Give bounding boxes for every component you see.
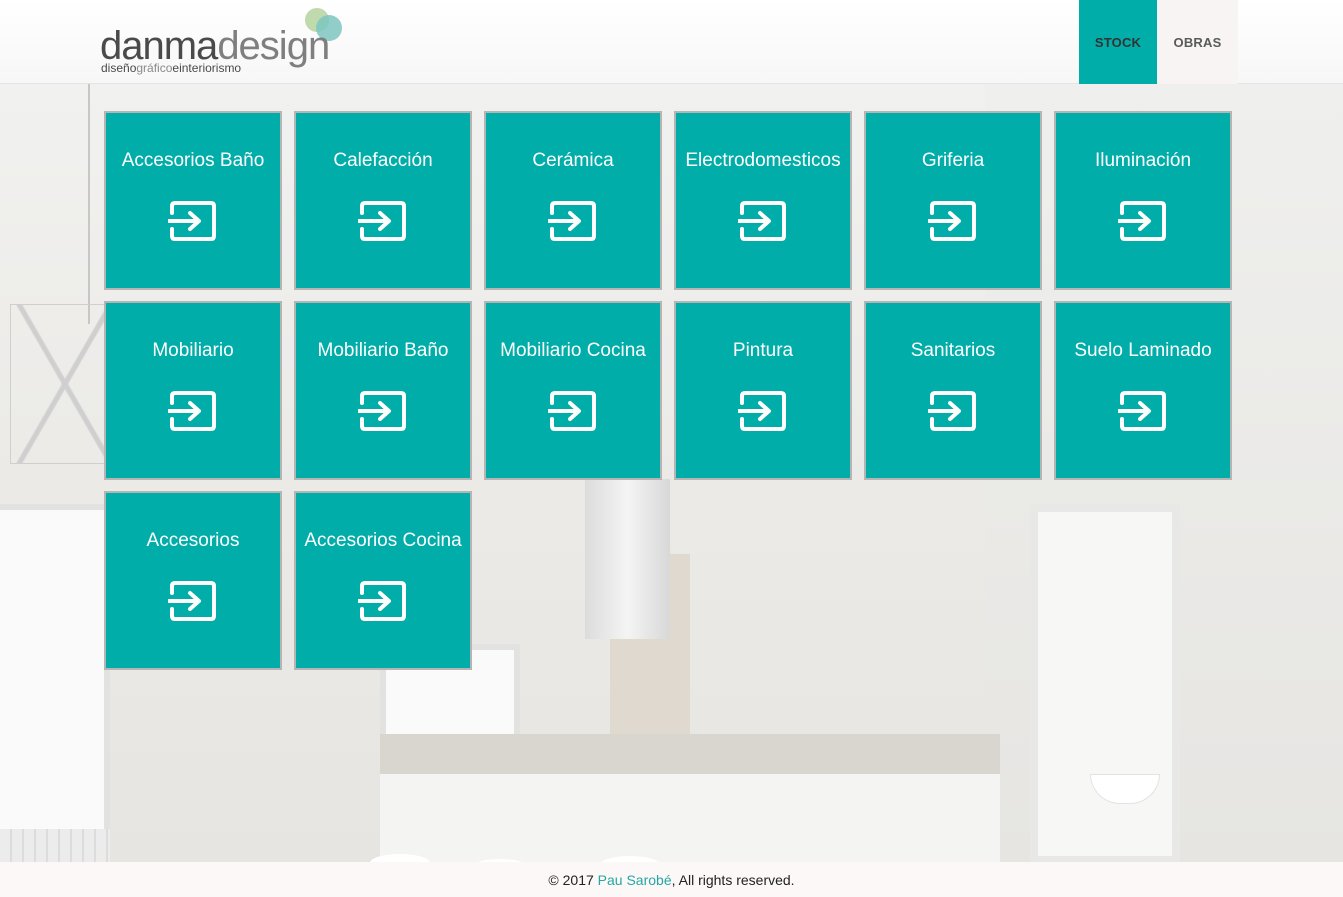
category-tile[interactable]: Iluminación — [1054, 111, 1232, 290]
category-tile[interactable]: Pintura — [674, 301, 852, 480]
category-grid: Accesorios Baño Calefacción Cerámica Electr… — [104, 111, 1232, 670]
category-tile-label: Cerámica — [532, 150, 614, 171]
enter-icon — [928, 391, 976, 431]
footer-rights: , All rights reserved. — [671, 872, 795, 888]
main-nav: STOCK OBRAS — [1079, 0, 1238, 84]
background-radiator — [0, 829, 110, 862]
category-tile[interactable]: Accesorios — [104, 491, 282, 670]
background-counter — [380, 734, 1000, 774]
enter-icon — [168, 201, 216, 241]
enter-icon — [928, 201, 976, 241]
logo-tagline-part: interiorismo — [179, 61, 242, 75]
category-tile[interactable]: Mobiliario Baño — [294, 301, 472, 480]
background-lamp-wire — [88, 84, 90, 324]
category-tile-label: Griferia — [921, 150, 985, 171]
category-tile-label: Mobiliario — [152, 340, 234, 361]
enter-icon — [1118, 391, 1166, 431]
category-tile[interactable]: Griferia — [864, 111, 1042, 290]
nav-item-stock[interactable]: STOCK — [1079, 0, 1157, 84]
category-tile[interactable]: Mobiliario — [104, 301, 282, 480]
category-tile-label: Sanitarios — [910, 340, 996, 361]
logo-tagline-part: gráfico — [136, 61, 173, 75]
site-header: danmadesign diseñográficoeinteriorismo S… — [0, 0, 1343, 84]
category-tile-label: Suelo Laminado — [1074, 340, 1212, 361]
logo-tagline-part: diseño — [101, 61, 137, 75]
background-window — [0, 504, 110, 862]
category-tile[interactable]: Accesorios Cocina — [294, 491, 472, 670]
category-tile-label: Calefacción — [333, 150, 433, 171]
category-tile-label: Accesorios Baño — [121, 150, 265, 171]
enter-icon — [738, 201, 786, 241]
enter-icon — [358, 201, 406, 241]
category-tile-label: Iluminación — [1094, 150, 1192, 171]
enter-icon — [1118, 201, 1166, 241]
enter-icon — [358, 391, 406, 431]
category-tile[interactable]: Calefacción — [294, 111, 472, 290]
enter-icon — [738, 391, 786, 431]
footer-copyright: © 2017 — [548, 872, 598, 888]
enter-icon — [548, 391, 596, 431]
category-tile[interactable]: Mobiliario Cocina — [484, 301, 662, 480]
category-tile-label: Mobiliario Cocina — [500, 340, 646, 361]
category-tile[interactable]: Sanitarios — [864, 301, 1042, 480]
enter-icon — [358, 581, 406, 621]
category-tile[interactable]: Suelo Laminado — [1054, 301, 1232, 480]
category-tile-label: Electrodomesticos — [685, 150, 841, 171]
brand-logo[interactable]: danmadesign diseñográficoeinteriorismo — [100, 8, 350, 74]
category-tile[interactable]: Electrodomesticos — [674, 111, 852, 290]
enter-icon — [548, 201, 596, 241]
background-counter-base — [380, 774, 1000, 862]
logo-wordmark: danmadesign — [100, 26, 330, 66]
category-tile[interactable]: Accesorios Baño — [104, 111, 282, 290]
logo-tagline: diseñográficoeinteriorismo — [101, 62, 241, 74]
category-tile-label: Mobiliario Baño — [317, 340, 449, 361]
footer-author-link[interactable]: Pau Sarobé — [598, 872, 672, 888]
enter-icon — [168, 581, 216, 621]
category-tile-label: Accesorios Cocina — [304, 530, 462, 551]
nav-item-obras[interactable]: OBRAS — [1157, 0, 1238, 84]
category-tile[interactable]: Cerámica — [484, 111, 662, 290]
category-tile-label: Accesorios — [146, 530, 240, 551]
category-tile-label: Pintura — [732, 340, 794, 361]
site-footer: © 2017 Pau Sarobé, All rights reserved. — [0, 862, 1343, 897]
enter-icon — [168, 391, 216, 431]
